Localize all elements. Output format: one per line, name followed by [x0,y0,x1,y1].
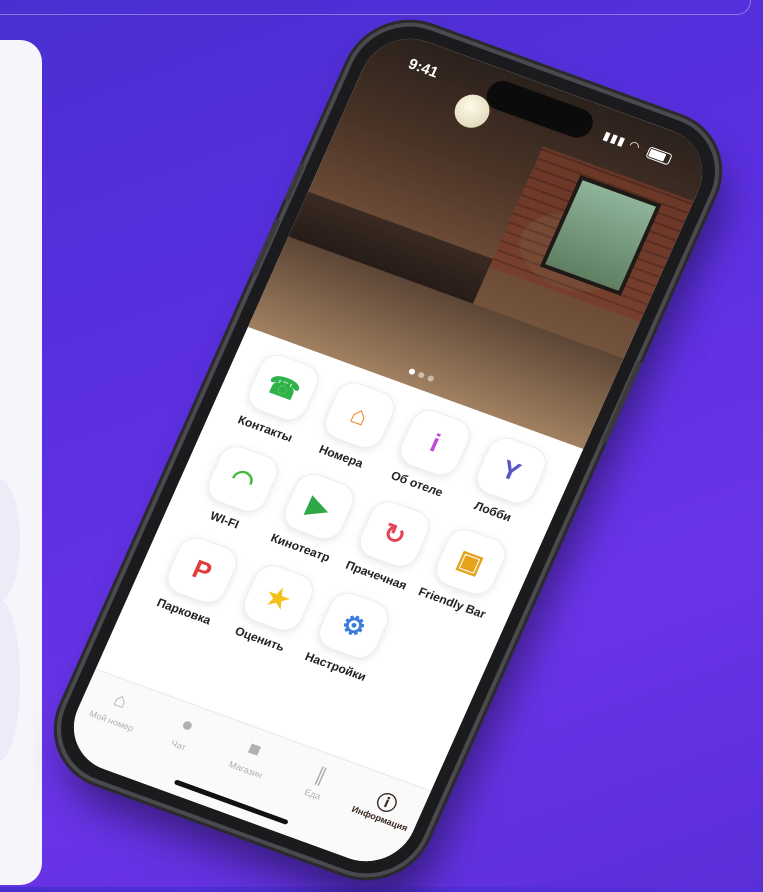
shopping-bag-icon: ■ [244,737,265,762]
tab-label: Мой номер [87,708,136,734]
tab-label: Магазин [227,759,264,781]
parking-icon[interactable]: P [161,532,243,608]
phone-24-icon[interactable]: ☎ [243,349,325,426]
phone-body: 9:41 ▮▮▮ ◠ ☎ Контакты ⌂ Номера i Об отеле Y Лоб… [42,10,734,890]
beer-mug-icon[interactable]: ▣ [429,524,511,600]
info-icon[interactable]: i [394,405,476,481]
tab-label: Еда [302,786,323,802]
carousel-dot[interactable] [407,367,416,376]
service-label: WI-FI [207,508,242,532]
phone-screen: 9:41 ▮▮▮ ◠ ☎ Контакты ⌂ Номера i Об отеле Y Лоб… [58,25,718,875]
service-label: Лобби [472,498,514,525]
home-icon: ⌂ [110,688,131,713]
top-frame-line [0,0,751,15]
tab-label: Чат [169,738,188,753]
star-icon[interactable]: ★ [237,560,319,636]
left-card-shape [0,600,20,760]
chat-bubble-icon: ● [177,713,198,738]
refresh-icon[interactable]: ↻ [354,496,436,572]
phone-volume-button [283,163,305,202]
tab-bar: ⌂ Мой номер ● Чат ■ Магазин ∥ Еда ⓘ Информация [58,668,432,875]
carousel-dot[interactable] [426,374,435,383]
cocktail-icon[interactable]: Y [470,432,552,509]
carousel-dot[interactable] [417,371,426,379]
building-icon[interactable]: ⌂ [318,377,400,453]
left-background-card [0,40,42,885]
gear-icon[interactable]: ⚙ [313,587,395,664]
left-card-shape [0,480,20,600]
info-circle-icon: ⓘ [372,790,401,818]
fork-knife-icon: ∥ [311,764,330,788]
video-camera-icon[interactable]: ▶ [278,468,360,545]
wifi-icon[interactable]: ◠ [202,441,284,517]
